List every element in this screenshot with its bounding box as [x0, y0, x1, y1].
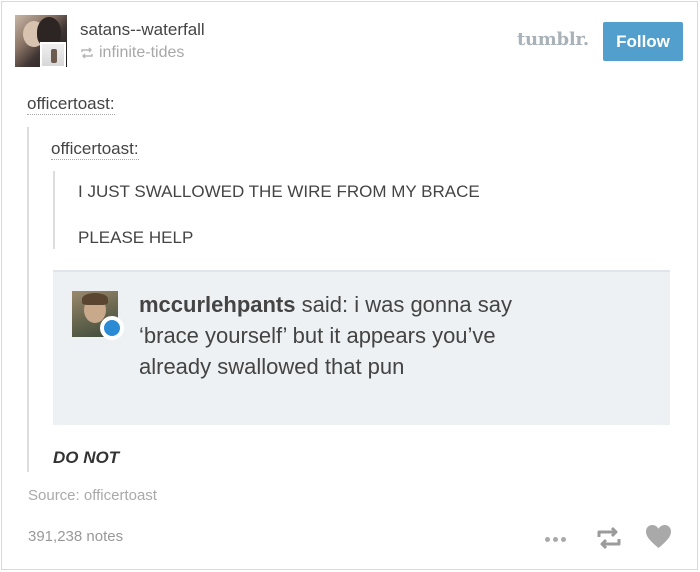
source-link[interactable]: Source: officertoast: [28, 487, 157, 504]
answer-text: mccurlehpants said: i was gonna say ‘bra…: [139, 289, 519, 382]
post-text-line: PLEASE HELP: [78, 228, 194, 247]
reblog-small-icon: [81, 47, 93, 59]
blog-username[interactable]: satans--waterfall: [80, 20, 205, 40]
asker-name[interactable]: mccurlehpants: [139, 292, 296, 317]
reblog-icon[interactable]: [595, 525, 623, 551]
reblogged-from[interactable]: infinite-tides: [80, 44, 184, 62]
reblog-name-outer[interactable]: officertoast:: [27, 94, 115, 115]
post-text-line: I JUST SWALLOWED THE WIRE FROM MY BRACE: [78, 182, 480, 201]
notes-count[interactable]: 391,238 notes: [28, 528, 123, 545]
follow-button[interactable]: Follow: [603, 22, 683, 61]
heart-icon[interactable]: [645, 524, 672, 549]
chat-bubble-icon: [100, 316, 124, 340]
reblog-source-name: infinite-tides: [99, 44, 185, 61]
reblog-name-inner[interactable]: officertoast:: [51, 139, 139, 160]
reblog-source-avatar[interactable]: [40, 42, 66, 68]
more-icon[interactable]: [545, 537, 567, 543]
said-label: said:: [295, 292, 355, 317]
tumblr-logo[interactable]: tumblr.: [517, 29, 589, 50]
reply-text: DO NOT: [53, 448, 120, 467]
quote-border-inner: [53, 171, 55, 249]
